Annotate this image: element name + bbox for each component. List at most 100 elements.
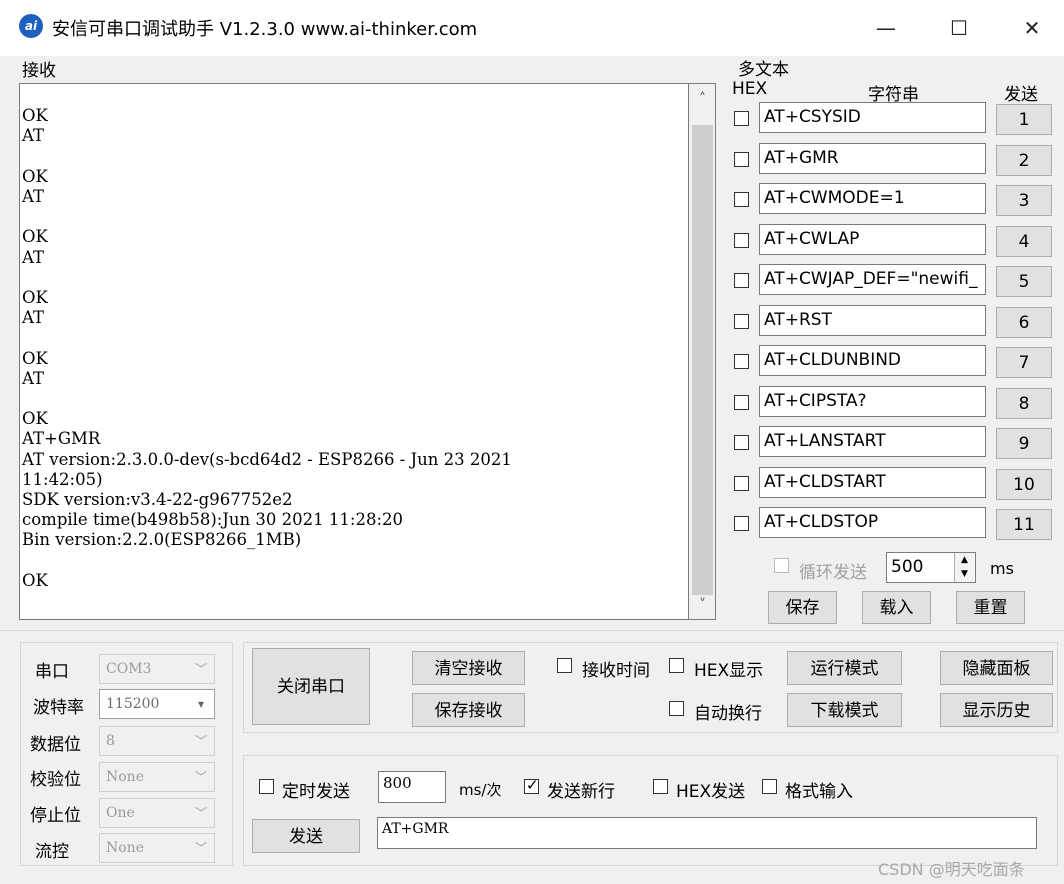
multitext-send-button-5[interactable]: 5 bbox=[996, 266, 1052, 297]
multitext-send-button-2[interactable]: 2 bbox=[996, 144, 1052, 176]
send-text-input[interactable]: AT+GMR bbox=[377, 817, 1037, 849]
close-button[interactable]: ✕ bbox=[1012, 10, 1052, 46]
multitext-send-button-6[interactable]: 6 bbox=[996, 306, 1052, 338]
recv-time-checkbox[interactable] bbox=[557, 658, 572, 673]
databits-value: 8 bbox=[106, 733, 115, 749]
port-select[interactable]: COM3 ﹀ bbox=[99, 654, 215, 684]
scroll-down-icon[interactable]: ˅ bbox=[689, 590, 716, 620]
format-input-label: 格式输入 bbox=[785, 782, 853, 802]
hex-display-label: HEX显示 bbox=[694, 661, 764, 681]
hex-checkbox-11[interactable] bbox=[734, 516, 749, 531]
chevron-down-icon: ﹀ bbox=[194, 662, 207, 676]
title-bar: ai 安信可串口调试助手 V1.2.3.0 www.ai-thinker.com… bbox=[0, 0, 1064, 56]
send-panel bbox=[243, 755, 1058, 866]
window-title: 安信可串口调试助手 V1.2.3.0 www.ai-thinker.com bbox=[52, 19, 478, 40]
stopbits-value: One bbox=[106, 805, 135, 821]
stopbits-select[interactable]: One ﹀ bbox=[99, 798, 215, 828]
baud-value: 115200 bbox=[106, 696, 160, 712]
multitext-send-button-1[interactable]: 1 bbox=[996, 104, 1052, 135]
loop-interval-value: 500 bbox=[891, 557, 924, 577]
send-text-value: AT+GMR bbox=[382, 821, 449, 837]
spin-up-icon[interactable]: ▲ bbox=[955, 553, 974, 567]
hex-checkbox-4[interactable] bbox=[734, 232, 749, 248]
minimize-button[interactable]: — bbox=[866, 10, 906, 46]
multitext-input-11[interactable]: AT+CLDSTOP bbox=[759, 507, 986, 538]
flow-select[interactable]: None ﹀ bbox=[99, 833, 215, 863]
download-mode-button[interactable]: 下载模式 bbox=[787, 693, 902, 727]
multitext-value: AT+CLDSTOP bbox=[764, 512, 879, 532]
divider bbox=[0, 630, 1064, 631]
port-value: COM3 bbox=[106, 661, 152, 677]
multitext-send-button-8[interactable]: 8 bbox=[996, 387, 1052, 419]
multitext-input-8[interactable]: AT+CIPSTA? bbox=[759, 385, 986, 417]
parity-value: None bbox=[106, 769, 144, 785]
load-multitext-button[interactable]: 载入 bbox=[862, 591, 931, 624]
multitext-send-button-4[interactable]: 4 bbox=[996, 225, 1052, 257]
hex-send-checkbox[interactable] bbox=[653, 779, 668, 794]
auto-wrap-label: 自动换行 bbox=[694, 704, 762, 724]
dropdown-arrow-icon: ▾ bbox=[197, 697, 205, 711]
hex-checkbox-1[interactable] bbox=[734, 111, 749, 126]
multitext-value: AT+CWMODE=1 bbox=[764, 188, 905, 208]
close-port-button[interactable]: 关闭串口 bbox=[252, 648, 370, 725]
loop-interval-spinner[interactable]: ▲ ▼ bbox=[954, 553, 974, 582]
reset-multitext-button[interactable]: 重置 bbox=[956, 591, 1025, 624]
multitext-input-5[interactable]: AT+CWJAP_DEF="newifi_ bbox=[759, 264, 986, 295]
chevron-down-icon: ﹀ bbox=[194, 806, 207, 820]
send-button[interactable]: 发送 bbox=[252, 819, 360, 853]
hide-panel-button[interactable]: 隐藏面板 bbox=[940, 651, 1053, 685]
hex-checkbox-9[interactable] bbox=[734, 435, 749, 450]
multitext-input-9[interactable]: AT+LANSTART bbox=[759, 426, 986, 457]
receive-scrollbar-thumb[interactable] bbox=[692, 125, 713, 595]
multitext-input-3[interactable]: AT+CWMODE=1 bbox=[759, 183, 986, 214]
app-logo-icon: ai bbox=[19, 14, 43, 38]
hex-checkbox-6[interactable] bbox=[734, 313, 749, 329]
receive-group-label: 接收 bbox=[22, 61, 56, 81]
multitext-send-button-7[interactable]: 7 bbox=[996, 347, 1052, 378]
auto-wrap-checkbox[interactable] bbox=[669, 701, 684, 716]
send-newline-label: 发送新行 bbox=[547, 782, 615, 802]
loop-send-checkbox[interactable] bbox=[774, 558, 789, 573]
multitext-send-button-9[interactable]: 9 bbox=[996, 428, 1052, 459]
hex-display-checkbox[interactable] bbox=[669, 658, 684, 673]
send-newline-checkbox[interactable] bbox=[524, 776, 539, 794]
databits-select[interactable]: 8 ﹀ bbox=[99, 726, 215, 756]
save-multitext-button[interactable]: 保存 bbox=[768, 591, 837, 624]
timed-send-label: 定时发送 bbox=[282, 782, 350, 802]
spin-down-icon[interactable]: ▼ bbox=[955, 567, 974, 581]
hex-checkbox-5[interactable] bbox=[734, 273, 749, 288]
baud-label: 波特率 bbox=[33, 698, 84, 718]
hex-checkbox-7[interactable] bbox=[734, 354, 749, 369]
clear-receive-button[interactable]: 清空接收 bbox=[412, 651, 525, 685]
hex-column-header: HEX bbox=[732, 79, 768, 99]
hex-checkbox-8[interactable] bbox=[734, 394, 749, 410]
multitext-input-10[interactable]: AT+CLDSTART bbox=[759, 466, 986, 498]
receive-textarea[interactable]: OK AT OK AT OK AT OK AT OK AT OK AT+GMR … bbox=[19, 83, 689, 620]
interval-value: 800 bbox=[383, 774, 412, 792]
multitext-send-button-10[interactable]: 10 bbox=[996, 468, 1052, 500]
multitext-send-button-11[interactable]: 11 bbox=[996, 509, 1052, 540]
scroll-up-icon[interactable]: ˄ bbox=[689, 84, 716, 114]
loop-send-label: 循环发送 bbox=[799, 563, 867, 583]
multitext-input-1[interactable]: AT+CSYSID bbox=[759, 102, 986, 133]
show-history-button[interactable]: 显示历史 bbox=[940, 693, 1053, 727]
multitext-send-button-3[interactable]: 3 bbox=[996, 185, 1052, 216]
save-receive-button[interactable]: 保存接收 bbox=[412, 693, 525, 727]
parity-select[interactable]: None ﹀ bbox=[99, 762, 215, 792]
format-input-checkbox[interactable] bbox=[762, 779, 777, 794]
multitext-input-2[interactable]: AT+GMR bbox=[759, 142, 986, 174]
multitext-input-4[interactable]: AT+CWLAP bbox=[759, 223, 986, 255]
maximize-button[interactable]: ☐ bbox=[939, 10, 979, 46]
multitext-input-7[interactable]: AT+CLDUNBIND bbox=[759, 345, 986, 376]
hex-checkbox-3[interactable] bbox=[734, 192, 749, 207]
baud-select[interactable]: 115200 ▾ bbox=[99, 689, 215, 719]
multitext-value: AT+RST bbox=[764, 309, 832, 330]
run-mode-button[interactable]: 运行模式 bbox=[787, 651, 902, 685]
timed-send-checkbox[interactable] bbox=[259, 779, 274, 794]
send-column-header: 发送 bbox=[1004, 85, 1038, 105]
interval-input[interactable]: 800 bbox=[378, 771, 446, 803]
databits-label: 数据位 bbox=[30, 735, 81, 755]
hex-checkbox-2[interactable] bbox=[734, 151, 749, 167]
multitext-input-6[interactable]: AT+RST bbox=[759, 304, 986, 336]
hex-checkbox-10[interactable] bbox=[734, 475, 749, 491]
